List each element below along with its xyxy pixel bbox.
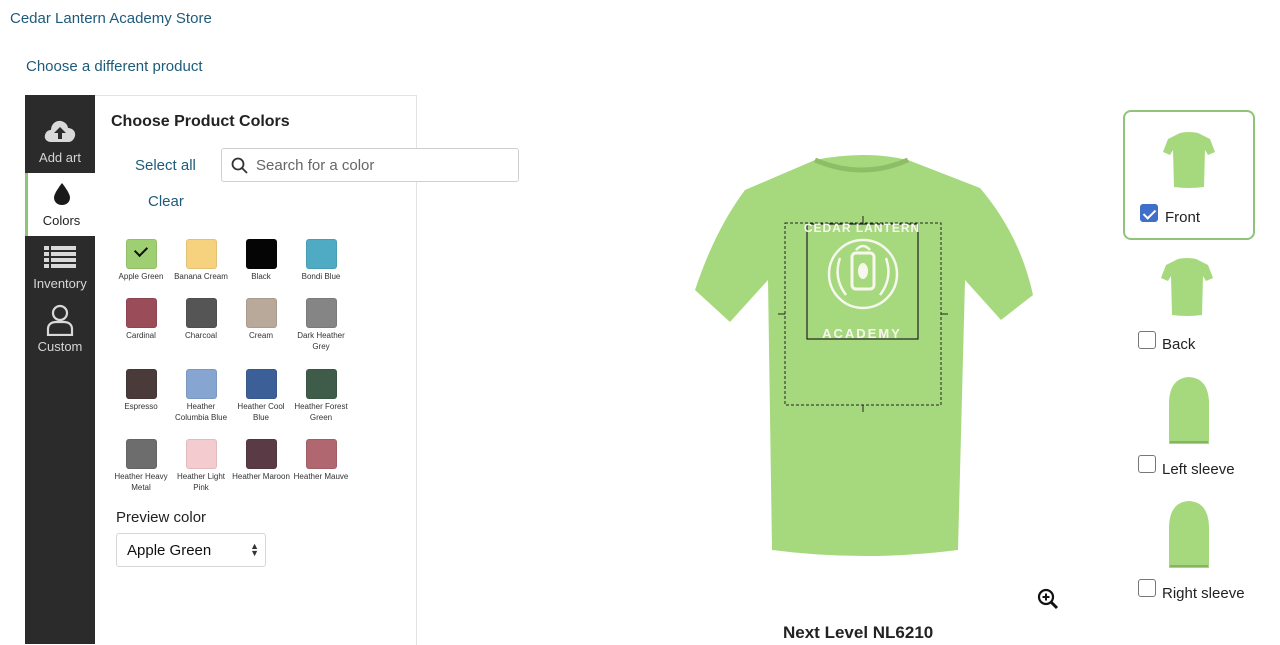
color-swatch[interactable] <box>125 369 157 399</box>
product-name: Next Level NL6210 <box>783 623 934 642</box>
cloud-upload-icon <box>25 116 95 146</box>
left-sleeve-thumb-icon <box>1169 377 1209 444</box>
view-front[interactable]: Front <box>1123 110 1255 240</box>
design-bottom-text: ACADEMY <box>822 326 902 341</box>
color-swatch[interactable] <box>245 439 277 469</box>
color-swatch[interactable] <box>185 439 217 469</box>
color-swatch[interactable] <box>245 369 277 399</box>
preview-color-select[interactable]: Apple Green ▲ ▼ <box>116 533 266 567</box>
color-swatch-option[interactable]: Heather Mauve <box>291 439 351 483</box>
color-swatch[interactable] <box>125 298 157 328</box>
view-back[interactable]: Back <box>1137 256 1257 356</box>
swatch-label: Heather Cool Blue <box>237 402 285 422</box>
swatch-label: Heather Mauve <box>293 472 349 481</box>
swatch-label: Banana Cream <box>174 272 228 281</box>
clear-link[interactable]: Clear <box>148 193 184 210</box>
color-swatch-option[interactable]: Heather Cool Blue <box>231 369 291 423</box>
color-swatch[interactable] <box>185 239 217 269</box>
zoom-in-icon[interactable] <box>1037 588 1059 615</box>
panel-title: Choose Product Colors <box>111 113 290 130</box>
color-swatch[interactable] <box>245 298 277 328</box>
checkmark-icon <box>133 242 148 258</box>
store-title[interactable]: Cedar Lantern Academy Store <box>10 10 212 27</box>
color-swatch-option[interactable]: Bondi Blue <box>291 239 351 283</box>
color-swatch[interactable] <box>305 239 337 269</box>
sidebar-tab-label: Colors <box>42 213 81 228</box>
sidebar-tab-inventory[interactable]: Inventory <box>25 236 95 299</box>
sidebar-tab-colors[interactable]: Colors <box>25 173 95 236</box>
search-icon <box>231 157 248 179</box>
color-swatch-option[interactable]: Heather Heavy Metal <box>111 439 171 493</box>
droplet-icon <box>28 179 95 209</box>
color-swatch-option[interactable]: Apple Green <box>111 239 171 283</box>
select-arrows-icon: ▲ ▼ <box>250 541 259 558</box>
view-label: Right sleeve <box>1162 585 1245 602</box>
swatch-label: Cardinal <box>126 331 156 340</box>
sidebar-tab-label: Inventory <box>33 276 87 291</box>
sidebar-tab-add-art[interactable]: Add art <box>25 110 95 173</box>
user-icon <box>25 304 95 336</box>
list-icon <box>25 242 95 272</box>
color-search-box[interactable] <box>221 148 519 182</box>
tool-sidebar: Add art Colors Inventory Custom <box>25 95 95 644</box>
color-swatch-option[interactable]: Charcoal <box>171 298 231 342</box>
front-thumb-icon <box>1163 132 1215 188</box>
view-label: Left sleeve <box>1162 461 1235 478</box>
sidebar-tab-label: Custom <box>37 339 83 354</box>
swatch-label: Heather Columbia Blue <box>174 402 228 422</box>
color-swatch-option[interactable]: Banana Cream <box>171 239 231 283</box>
choose-different-product-link[interactable]: Choose a different product <box>26 58 203 75</box>
color-swatch-option[interactable]: Black <box>231 239 291 283</box>
swatch-label: Espresso <box>124 402 158 411</box>
color-swatch[interactable] <box>125 439 157 469</box>
view-right-sleeve[interactable]: Right sleeve <box>1137 500 1267 604</box>
color-swatch-option[interactable]: Espresso <box>111 369 171 413</box>
color-swatch[interactable] <box>185 298 217 328</box>
color-swatch-option[interactable]: Heather Light Pink <box>171 439 231 493</box>
swatch-label: Heather Heavy Metal <box>114 472 168 492</box>
color-swatch[interactable] <box>305 369 337 399</box>
view-label: Front <box>1165 209 1201 226</box>
design-top-text: CEDAR LANTERN <box>804 221 920 235</box>
swatch-label: Black <box>251 272 271 281</box>
right-sleeve-checkbox[interactable] <box>1138 579 1156 597</box>
shirt-preview[interactable]: CEDAR LANTERN ACADEMY <box>690 150 1040 560</box>
back-thumb-icon <box>1161 258 1213 316</box>
back-checkbox[interactable] <box>1138 331 1156 349</box>
view-label: Back <box>1162 336 1196 353</box>
color-swatch[interactable] <box>245 239 277 269</box>
color-swatch-option[interactable]: Heather Columbia Blue <box>171 369 231 423</box>
color-swatch[interactable] <box>185 369 217 399</box>
color-search-input[interactable] <box>256 149 511 181</box>
sidebar-tab-custom[interactable]: Custom <box>25 299 95 362</box>
color-swatch-option[interactable]: Heather Maroon <box>231 439 291 483</box>
swatch-label: Heather Maroon <box>232 472 290 481</box>
swatch-label: Dark Heather Grey <box>297 331 345 351</box>
color-swatch[interactable] <box>125 239 157 269</box>
swatch-label: Apple Green <box>118 272 164 281</box>
preview-color-value: Apple Green <box>127 542 212 559</box>
front-checkbox[interactable] <box>1140 204 1158 222</box>
right-sleeve-thumb-icon <box>1169 501 1209 568</box>
swatch-label: Heather Light Pink <box>176 472 226 492</box>
swatch-label: Cream <box>248 331 273 340</box>
color-swatch-option[interactable]: Cardinal <box>111 298 171 342</box>
left-sleeve-checkbox[interactable] <box>1138 455 1156 473</box>
view-left-sleeve[interactable]: Left sleeve <box>1137 376 1267 480</box>
swatch-label: Bondi Blue <box>301 272 341 281</box>
color-swatch-option[interactable]: Dark Heather Grey <box>291 298 351 352</box>
sidebar-tab-label: Add art <box>39 150 81 165</box>
select-all-link[interactable]: Select all <box>135 157 196 174</box>
preview-color-label: Preview color <box>116 509 207 526</box>
swatch-label: Charcoal <box>184 331 217 340</box>
swatch-label: Heather Forest Green <box>294 402 348 422</box>
color-swatch-option[interactable]: Heather Forest Green <box>291 369 351 423</box>
color-swatch-option[interactable]: Cream <box>231 298 291 342</box>
shirt-body <box>695 155 1033 556</box>
color-swatch[interactable] <box>305 298 337 328</box>
color-swatch[interactable] <box>305 439 337 469</box>
